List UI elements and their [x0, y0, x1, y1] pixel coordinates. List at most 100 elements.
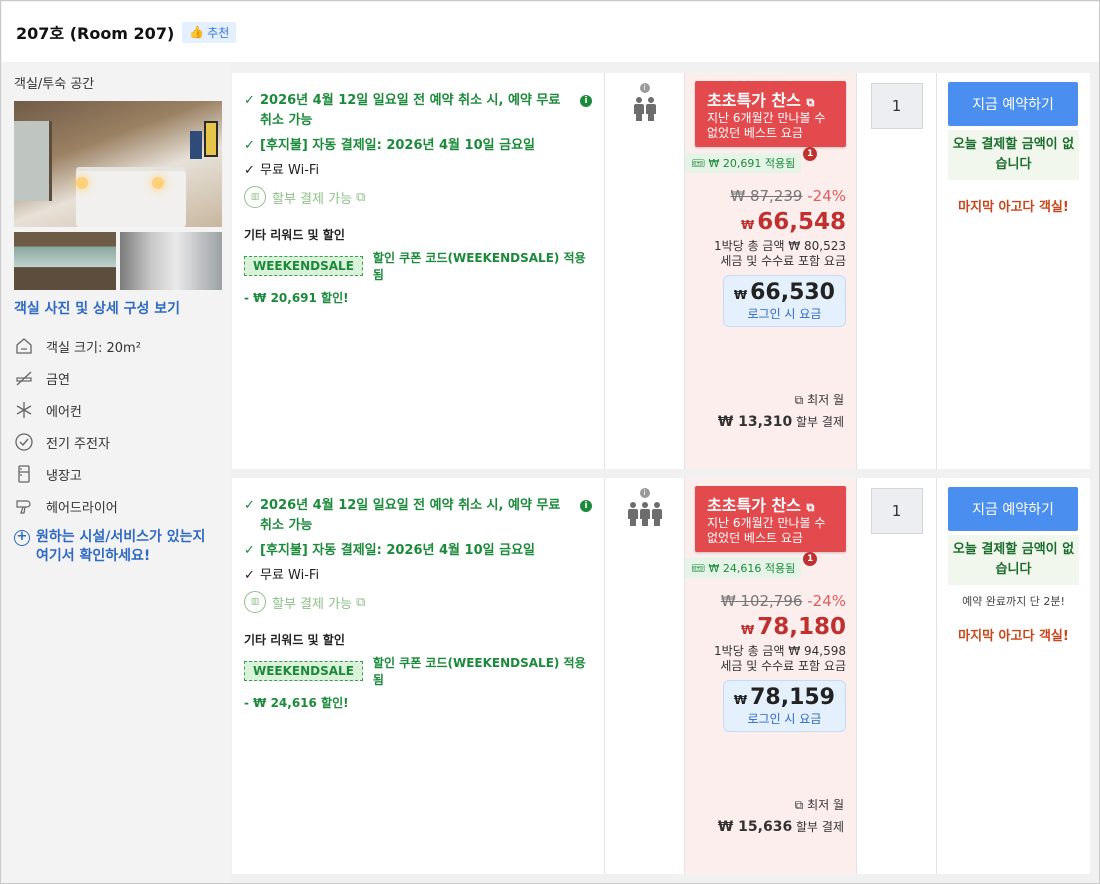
external-link-icon: ⧉: [352, 189, 366, 205]
pay-today-note: 오늘 결제할 금액이 없습니다: [948, 130, 1079, 180]
person-icon: [627, 502, 638, 526]
room-quantity-select[interactable]: 1: [870, 488, 923, 534]
room-photo-thumb[interactable]: [14, 232, 116, 290]
rewards-title: 기타 리워드 및 할인: [244, 633, 345, 647]
facility-link-label[interactable]: 원하는 시설/서비스가 있는지 여기서 확인하세요!: [36, 528, 218, 566]
room-panel: 207호 (Room 207) 👍 추천 객실/투숙 공간 객실 사진 및 상세…: [0, 0, 1100, 884]
info-icon[interactable]: i: [580, 95, 592, 107]
occupancy-column: i: [605, 73, 685, 469]
price-amount: 78,180: [757, 614, 846, 640]
amenity-label: 금연: [46, 372, 70, 388]
quantity-column: 1: [857, 73, 937, 469]
fridge-icon: [14, 464, 34, 484]
benefit-text: [후지불] 자동 결제일: 2026년 4월 10일 금요일: [260, 543, 535, 558]
room-info-column: 객실/투숙 공간 객실 사진 및 상세 구성 보기 객실 크기: 20m² 금연…: [2, 63, 230, 883]
info-icon[interactable]: i: [639, 83, 650, 93]
view-photos-link[interactable]: 객실 사진 및 상세 구성 보기: [14, 298, 218, 318]
room-size-icon: [14, 336, 34, 356]
discount-amount: - ₩ 20,691 할인!: [244, 291, 349, 305]
strikethrough-price: ₩ 87,239: [730, 187, 803, 205]
room-photos[interactable]: [14, 101, 222, 290]
login-price-box[interactable]: ₩66,530 로그인 시 요금: [722, 275, 846, 327]
last-room-alert: 마지막 아고다 객실!: [958, 200, 1069, 215]
check-icon: ✓: [244, 543, 255, 558]
benefit-text: 무료 Wi-Fi: [260, 568, 320, 583]
coupon-code-tag: WEEKENDSALE: [244, 661, 363, 681]
rate-row: ✓ 2026년 4월 12일 일요일 전 예약 취소 시, 예약 무료 취소 가…: [232, 73, 1090, 469]
book-now-button[interactable]: 지금 예약하기: [948, 82, 1078, 126]
occupancy-column: i: [605, 478, 685, 874]
room-header: 207호 (Room 207) 👍 추천: [2, 2, 1099, 62]
discount-percent: -24%: [807, 187, 846, 205]
last-room-alert: 마지막 아고다 객실!: [958, 629, 1069, 644]
quantity-column: 1: [857, 478, 937, 874]
external-link-icon: ⧉: [806, 501, 815, 514]
login-price-amount: 66,530: [750, 280, 835, 305]
coupon-code-tag: WEEKENDSALE: [244, 256, 363, 276]
thumbs-up-icon: 👍: [189, 25, 205, 39]
benefit-text: 무료 Wi-Fi: [260, 163, 320, 178]
card-icon: ▥: [244, 591, 266, 613]
info-icon[interactable]: i: [580, 500, 592, 512]
rate-row: ✓ 2026년 4월 12일 일요일 전 예약 취소 시, 예약 무료 취소 가…: [232, 478, 1090, 874]
external-link-icon: ⧉: [352, 594, 366, 610]
amenity-label: 냉장고: [46, 468, 82, 484]
info-icon[interactable]: i: [639, 488, 650, 498]
deal-subtitle: 지난 6개월간 만나볼 수 없었던 베스트 요금: [707, 516, 826, 545]
snowflake-icon: [14, 400, 34, 420]
installment-label[interactable]: 할부 결제 가능: [272, 593, 352, 612]
room-photo-main[interactable]: [14, 101, 222, 227]
monthly-label: 최저 월: [807, 393, 844, 407]
final-price: ₩66,548: [695, 209, 846, 235]
coupon-row: WEEKENDSALE 할인 쿠폰 코드(WEEKENDSALE) 적용됨: [244, 249, 592, 283]
free-cancel-benefit: ✓ 2026년 4월 12일 일요일 전 예약 취소 시, 예약 무료 취소 가…: [244, 496, 592, 536]
autopay-benefit: ✓ [후지불] 자동 결제일: 2026년 4월 10일 금요일: [244, 136, 592, 156]
currency-symbol: ₩: [740, 623, 755, 637]
recommended-badge: 👍 추천: [182, 21, 237, 43]
price-column: 초초특가 찬스 ⧉ 지난 6개월간 만나볼 수 없었던 베스트 요금 🎟 ₩ 2…: [685, 478, 857, 874]
person-icon: [645, 97, 656, 121]
room-title: 207호 (Room 207): [16, 24, 175, 43]
person-icon: [633, 97, 644, 121]
installment-link[interactable]: ▥ 할부 결제 가능 ⧉: [244, 591, 592, 613]
amenity-label: 전기 주전자: [46, 436, 110, 452]
deal-title: 초초특가 찬스: [707, 496, 801, 515]
coupon-row: WEEKENDSALE 할인 쿠폰 코드(WEEKENDSALE) 적용됨: [244, 654, 592, 688]
amenity-room-size: 객실 크기: 20m²: [14, 330, 218, 362]
deal-banner: 초초특가 찬스 ⧉ 지난 6개월간 만나볼 수 없었던 베스트 요금: [695, 486, 846, 552]
deal-title: 초초특가 찬스: [707, 91, 801, 110]
check-icon: ✓: [244, 163, 255, 178]
facility-search-link[interactable]: + 원하는 시설/서비스가 있는지 여기서 확인하세요!: [14, 528, 218, 566]
section-label: 객실/투숙 공간: [14, 77, 95, 92]
monthly-label: 최저 월: [807, 798, 844, 812]
tax-note: 세금 및 수수료 포함 요금: [720, 254, 846, 268]
applied-discount-tag: 🎟 ₩ 24,616 적용됨 1: [685, 552, 818, 578]
monthly-suffix: 할부 결제: [796, 820, 844, 834]
currency-symbol: ₩: [733, 693, 748, 707]
card-icon: ▥: [244, 186, 266, 208]
applied-discount-tag: 🎟 ₩ 20,691 적용됨 1: [685, 147, 818, 173]
room-quantity-select[interactable]: 1: [870, 83, 923, 129]
login-price-box[interactable]: ₩78,159 로그인 시 요금: [722, 680, 846, 732]
per-night-total: 1박당 총 금액 ₩ 94,598: [714, 644, 846, 658]
hairdryer-icon: [14, 496, 34, 516]
occupancy-people-icon: [627, 502, 662, 526]
price-amount: 66,548: [757, 209, 846, 235]
price-column: 초초특가 찬스 ⧉ 지난 6개월간 만나볼 수 없었던 베스트 요금 🎟 ₩ 2…: [685, 73, 857, 469]
applied-amount: ₩ 20,691 적용됨: [708, 157, 796, 170]
installment-link[interactable]: ▥ 할부 결제 가능 ⧉: [244, 186, 592, 208]
booking-column: 지금 예약하기 오늘 결제할 금액이 없습니다 마지막 아고다 객실!: [937, 73, 1090, 469]
person-icon: [639, 502, 650, 526]
autopay-benefit: ✓ [후지불] 자동 결제일: 2026년 4월 10일 금요일: [244, 541, 592, 561]
count-badge: 1: [803, 552, 818, 566]
check-icon: ✓: [244, 138, 255, 153]
wifi-benefit: ✓ 무료 Wi-Fi: [244, 161, 592, 181]
ticket-icon: 🎟: [691, 561, 709, 575]
applied-amount: ₩ 24,616 적용됨: [708, 562, 796, 575]
benefit-text: 2026년 4월 12일 일요일 전 예약 취소 시, 예약 무료 취소 가능: [260, 93, 561, 128]
installment-label[interactable]: 할부 결제 가능: [272, 188, 352, 207]
amenity-hairdryer: 헤어드라이어: [14, 490, 218, 522]
book-now-button[interactable]: 지금 예약하기: [948, 487, 1078, 531]
room-photo-thumb[interactable]: [120, 232, 222, 290]
tax-note: 세금 및 수수료 포함 요금: [720, 659, 846, 673]
